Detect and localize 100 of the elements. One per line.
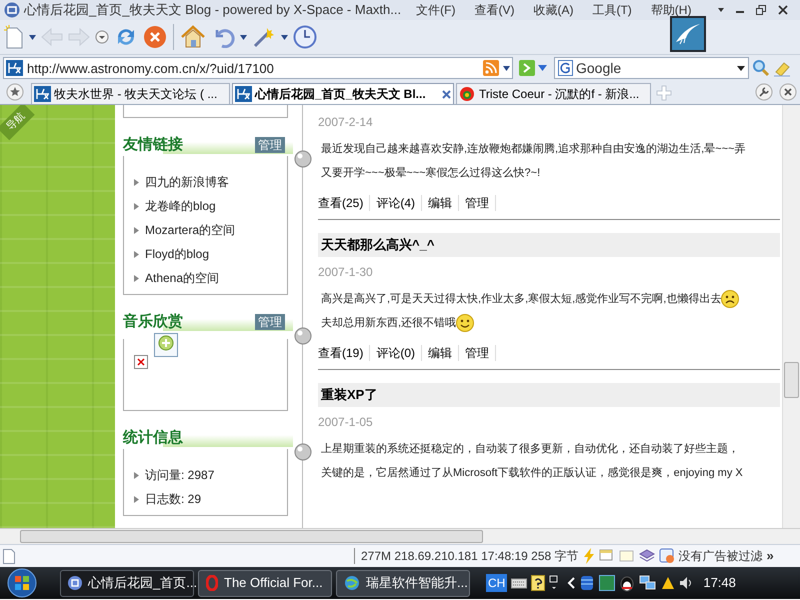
horizontal-scrollbar[interactable] [0, 528, 800, 544]
section-title: 统计信息 [123, 428, 183, 448]
address-field[interactable]: http://www.astronomy.com.cn/x/?uid/17100 [27, 58, 479, 78]
post-action-link[interactable]: 评论(0) [370, 345, 422, 361]
manage-link[interactable]: 管理 [255, 137, 285, 153]
app-logo-icon [68, 576, 82, 590]
bullet-arrow-icon [134, 226, 139, 234]
caret-icon[interactable] [503, 66, 510, 70]
tab-close-icon[interactable] [442, 90, 451, 98]
help-icon[interactable] [531, 575, 546, 591]
plugin-add-icon[interactable] [154, 333, 178, 357]
dropdown-circle-icon[interactable] [95, 30, 109, 44]
magic-wand-icon[interactable] [252, 26, 276, 48]
post-text: 夫却总用新东西,还很不错哦 [321, 316, 456, 331]
post-text: 又要开学~~~极晕~~~寒假怎么过得这么快?~! [321, 166, 540, 181]
site-icon [34, 86, 51, 102]
taskbar-button[interactable]: 心情后花园_首页... [60, 570, 194, 596]
post-title: 重装XP了 [318, 383, 780, 407]
bullet-arrow-icon [134, 274, 139, 282]
address-bar[interactable]: http://www.astronomy.com.cn/x/?uid/17100 [3, 57, 513, 79]
menu-item[interactable]: 文件(F) [416, 1, 456, 19]
post-date: 2007-1-30 [318, 265, 374, 279]
post-action-link[interactable]: 评论(4) [370, 195, 422, 211]
taskbar-button[interactable]: 瑞星软件智能升... [336, 570, 470, 596]
square-tray-icon[interactable] [599, 575, 616, 591]
sidebar-link[interactable]: 龙卷峰的blog [145, 197, 216, 215]
window-title: 心情后花园_首页_牧夫天文 Blog - powered by X-Space - Maxth... [24, 1, 402, 20]
clock-icon[interactable] [293, 25, 317, 49]
bullet-arrow-icon [134, 250, 139, 258]
bullet-arrow-icon [134, 178, 139, 186]
search-box[interactable]: Google [554, 57, 749, 79]
caret-icon[interactable] [29, 34, 36, 40]
bullet-arrow-icon [134, 496, 139, 502]
post-action-link[interactable]: 编辑 [422, 345, 460, 361]
broken-image-icon [134, 355, 148, 369]
search-field[interactable]: Google [576, 58, 734, 78]
site-icon [235, 86, 252, 102]
post-text: 关键的是，它居然通过了从Microsoft下载软件的正版认证，感觉很是爽，enjoying my X [321, 466, 743, 481]
sidebar-link[interactable]: Floyd的blog [145, 245, 210, 263]
new-page-icon[interactable] [4, 25, 24, 49]
sidebar-link[interactable]: 访问量: 2987 [145, 466, 214, 484]
post-text: 最近发现自己越来越喜欢安静,连放鞭炮都嫌闹腾,追求那种自由安逸的湖边生活,晕~~~弄 [321, 142, 746, 157]
sidebar-link[interactable]: 四九的新浪博客 [145, 173, 229, 191]
post-action-link[interactable]: 查看(19) [318, 345, 370, 361]
sidebar-link[interactable]: Mozartera的空间 [145, 221, 236, 239]
stop-icon[interactable] [143, 25, 167, 49]
post-text: 高兴是高兴了,可是天天过得太快,作业太多,寒假太短,感觉作业写不完啊,也懒得出去 [321, 292, 722, 307]
close-all-icon[interactable] [779, 83, 797, 101]
sidebar-link[interactable]: Athena的空间 [145, 269, 220, 287]
taskbar-button[interactable]: The Official For... [198, 570, 332, 596]
wrench-icon[interactable] [755, 83, 773, 101]
small-window-icon[interactable] [549, 575, 560, 591]
manage-link[interactable]: 管理 [255, 314, 285, 330]
close-icon[interactable] [778, 5, 788, 15]
network-computers-icon[interactable] [639, 575, 658, 591]
window-icon[interactable] [598, 549, 614, 563]
browser-tab[interactable]: 心情后花园_首页_牧夫天文 Bl... [232, 83, 454, 104]
menu-item[interactable]: 收藏(A) [533, 1, 574, 19]
menu-item[interactable]: 工具(T) [592, 1, 632, 19]
post-title: 天天都那么高兴^_^ [318, 233, 780, 257]
more-chevron[interactable]: » [766, 546, 774, 566]
browser-tab[interactable]: 牧夫水世界 - 牧夫天文论坛 ( ... [31, 83, 230, 104]
post-text: 上星期重装的系统还挺稳定的，自动装了很多更新，自动优化，还自动装了好些主题， [321, 442, 739, 457]
keyboard-icon[interactable] [511, 577, 528, 589]
smiley-icon [456, 314, 474, 332]
clock: 17:48 [703, 574, 736, 592]
bullet-arrow-icon [134, 472, 139, 478]
post-date: 2007-1-05 [318, 415, 374, 429]
post-action-link[interactable]: 查看(25) [318, 195, 370, 211]
vertical-scrollbar[interactable] [782, 105, 800, 528]
menu-item[interactable]: 查看(V) [474, 1, 514, 19]
language-indicator[interactable]: CH [486, 574, 508, 592]
home-icon[interactable] [180, 25, 206, 49]
app-logo-icon [4, 2, 20, 18]
ad-filter-icon[interactable] [658, 548, 674, 564]
ad-filter-status: 没有广告被过滤 [678, 548, 762, 565]
restore-icon[interactable] [756, 5, 766, 15]
chevron-left-icon[interactable] [567, 577, 576, 589]
post-action-link[interactable]: 管理 [459, 345, 496, 361]
globe-icon [344, 575, 360, 591]
search-icon[interactable] [752, 59, 770, 77]
browser-tab[interactable]: Triste Coeur - 沉默的f - 新浪... [456, 83, 651, 104]
site-icon [6, 60, 23, 76]
caret-icon[interactable] [737, 66, 745, 70]
worried-face-icon [721, 290, 740, 308]
penguin-icon[interactable] [619, 574, 636, 592]
section-title: 音乐欣赏 [123, 312, 183, 332]
post-action-link[interactable]: 管理 [459, 195, 496, 211]
caret-icon[interactable] [281, 34, 288, 40]
post-action-link[interactable]: 编辑 [422, 195, 460, 211]
caret-icon[interactable] [240, 34, 247, 40]
menu-item[interactable]: 帮助(H) [650, 1, 692, 19]
layers-icon[interactable] [638, 549, 654, 563]
page-icon [3, 548, 15, 564]
section-title: 友情链接 [123, 134, 183, 154]
search-engine-icon [558, 60, 573, 76]
warning-icon[interactable] [661, 576, 676, 590]
bird-logo-icon [670, 16, 706, 52]
caret-icon[interactable] [718, 8, 724, 12]
sidebar-link[interactable]: 日志数: 29 [145, 490, 202, 508]
